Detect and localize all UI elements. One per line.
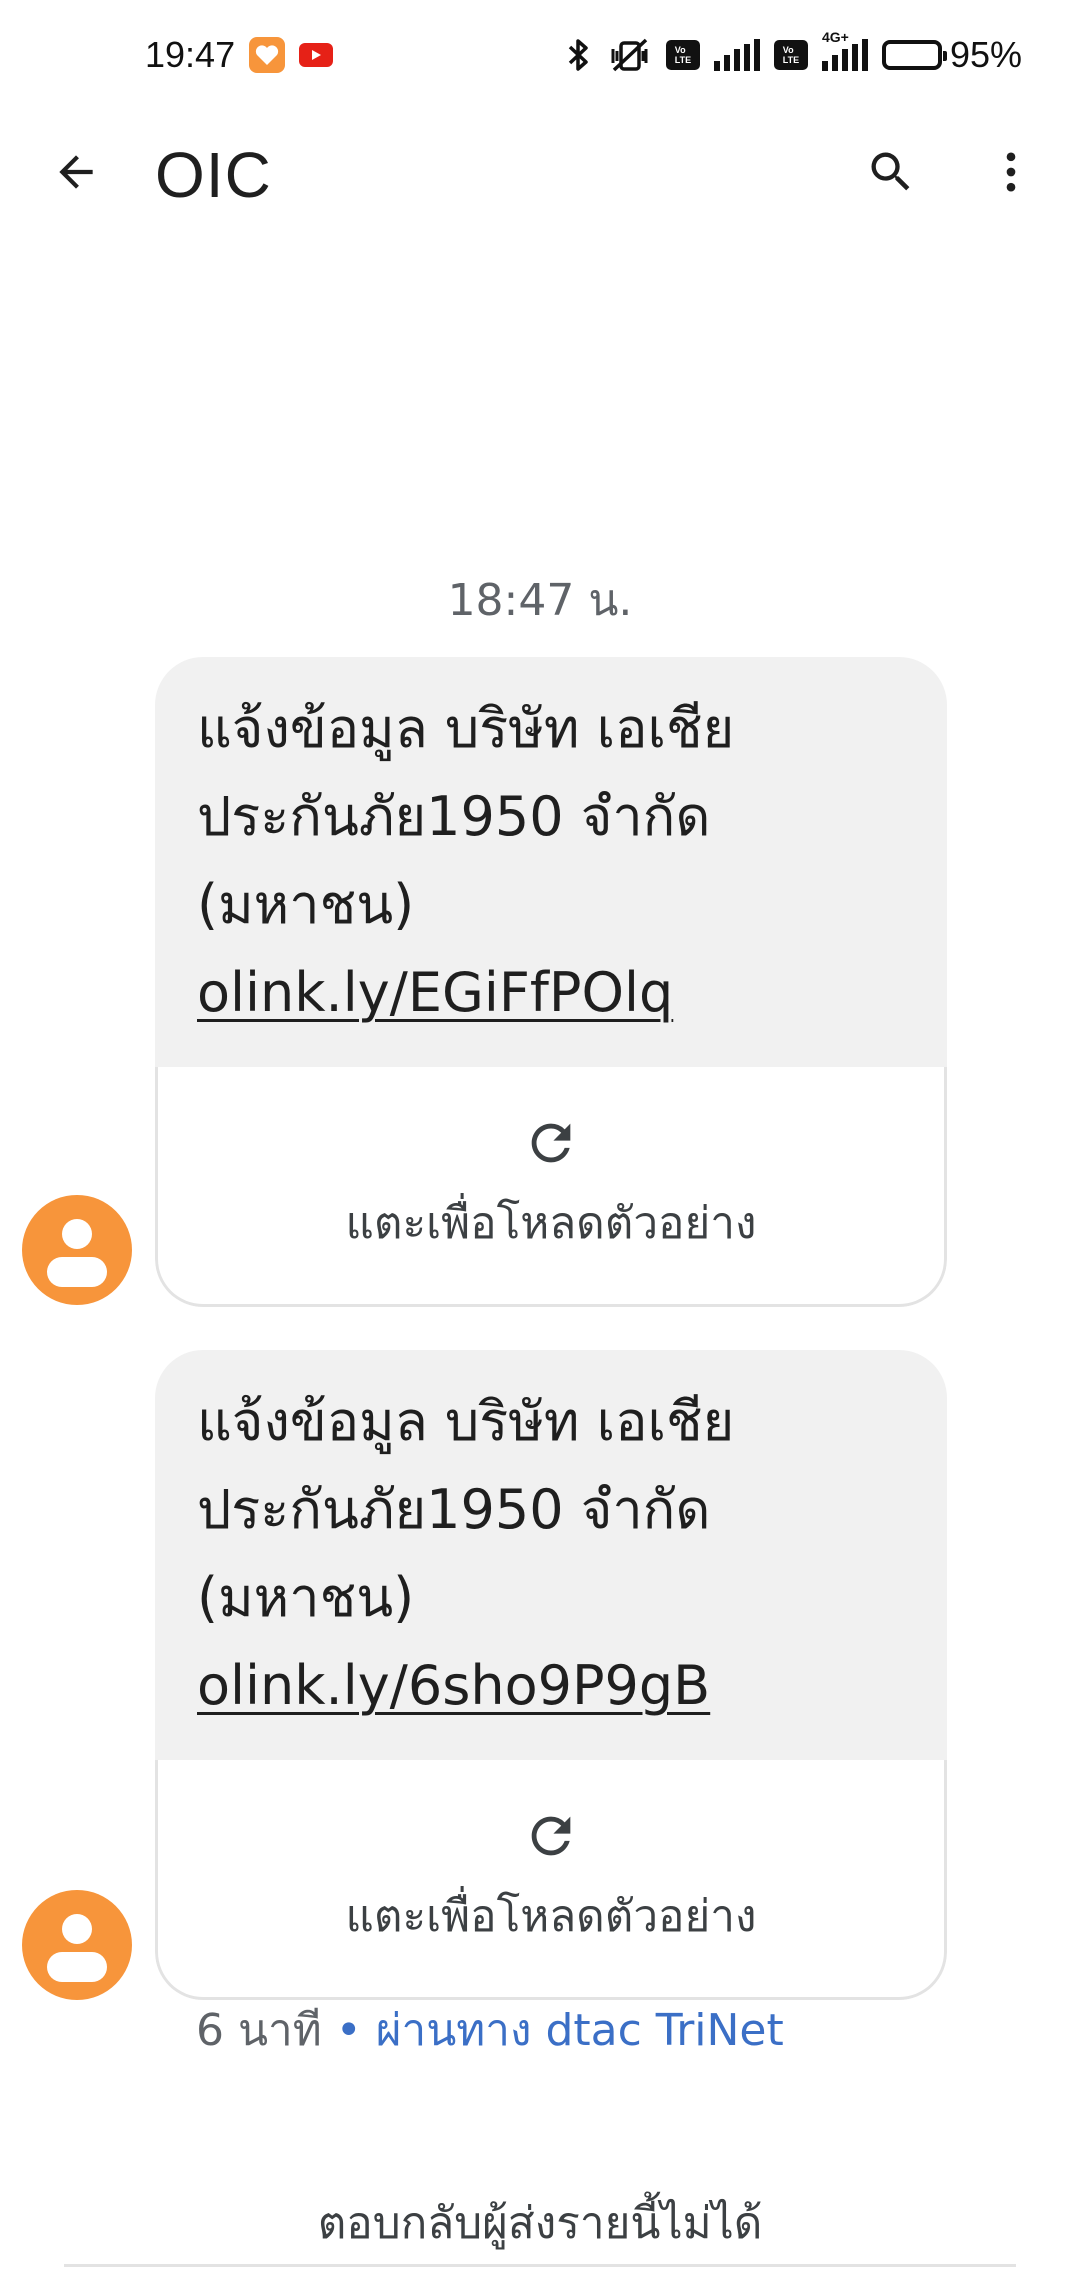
search-icon <box>871 152 910 191</box>
person-icon-body <box>47 1952 107 1982</box>
message-time-ago: 6 นาที <box>196 2005 322 2056</box>
message-meta: 6 นาที • ผ่านทาง dtac TriNet <box>196 1995 784 2065</box>
status-bar: 19:47 Vo LTE Vo LTE 4G+ 95% <box>0 0 1080 110</box>
message-link[interactable]: olink.ly/EGiFfPOlq <box>197 961 673 1024</box>
health-app-icon <box>249 37 286 73</box>
load-preview-label: แตะเพื่อโหลดตัวอย่าง <box>345 1890 757 1942</box>
battery-percent: 95% <box>949 34 1022 75</box>
message-carrier: ผ่านทาง dtac TriNet <box>375 2005 784 2056</box>
refresh-icon <box>531 1816 571 1855</box>
more-options-button[interactable] <box>975 136 1047 208</box>
signal-4g-icon: 4G+ <box>821 29 868 71</box>
message-body: แจ้งข้อมูล บริษัท เอเชีย ประกันภัย1950 จ… <box>197 697 735 936</box>
toolbar: OIC <box>0 110 1080 235</box>
load-preview-button[interactable]: แตะเพื่อโหลดตัวอย่าง <box>155 1067 947 1307</box>
volte-icon-2: Vo LTE <box>773 40 808 70</box>
message-text: แจ้งข้อมูล บริษัท เอเชีย ประกันภัย1950 จ… <box>155 1350 947 1760</box>
more-vert-icon <box>1006 152 1016 192</box>
signal-icon <box>713 39 760 71</box>
message-bubble[interactable]: แจ้งข้อมูล บริษัท เอเชีย ประกันภัย1950 จ… <box>155 657 947 1307</box>
person-icon <box>62 1219 92 1249</box>
message-body: แจ้งข้อมูล บริษัท เอเชีย ประกันภัย1950 จ… <box>197 1390 735 1629</box>
battery-indicator: 95% <box>881 34 1022 76</box>
person-icon <box>62 1914 92 1944</box>
sender-avatar[interactable] <box>22 1890 132 2000</box>
arrow-back-icon <box>59 155 93 189</box>
back-button[interactable] <box>40 136 112 208</box>
status-bar-right: Vo LTE Vo LTE 4G+ 95% <box>564 29 1022 76</box>
search-button[interactable] <box>855 136 927 208</box>
refresh-icon <box>531 1123 571 1162</box>
volte-icon: Vo LTE <box>665 40 700 70</box>
cannot-reply-notice: ตอบกลับผู้ส่งรายนี้ไม่ได้ <box>317 2198 763 2249</box>
conversation-timestamp: 18:47 น. <box>447 575 633 626</box>
screen: 19:47 Vo LTE Vo LTE 4G+ 95% OIC 18:47 น.… <box>0 0 1080 2286</box>
status-time: 19:47 <box>145 34 236 75</box>
network-label: 4G+ <box>821 29 849 45</box>
vibrate-off-icon <box>608 37 652 73</box>
battery-icon <box>881 40 947 70</box>
load-preview-label: แตะเพื่อโหลดตัวอย่าง <box>345 1197 757 1249</box>
conversation-title: OIC <box>155 139 272 211</box>
person-icon-body <box>47 1257 107 1287</box>
message-bubble[interactable]: แจ้งข้อมูล บริษัท เอเชีย ประกันภัย1950 จ… <box>155 1350 947 2000</box>
youtube-icon <box>299 43 334 67</box>
status-bar-left: 19:47 <box>145 34 334 76</box>
meta-separator: • <box>321 2005 376 2056</box>
sender-avatar[interactable] <box>22 1195 132 1305</box>
load-preview-button[interactable]: แตะเพื่อโหลดตัวอย่าง <box>155 1760 947 2000</box>
divider <box>64 2264 1016 2267</box>
message-link[interactable]: olink.ly/6sho9P9gB <box>197 1654 710 1717</box>
bluetooth-icon <box>564 37 594 73</box>
message-text: แจ้งข้อมูล บริษัท เอเชีย ประกันภัย1950 จ… <box>155 657 947 1067</box>
